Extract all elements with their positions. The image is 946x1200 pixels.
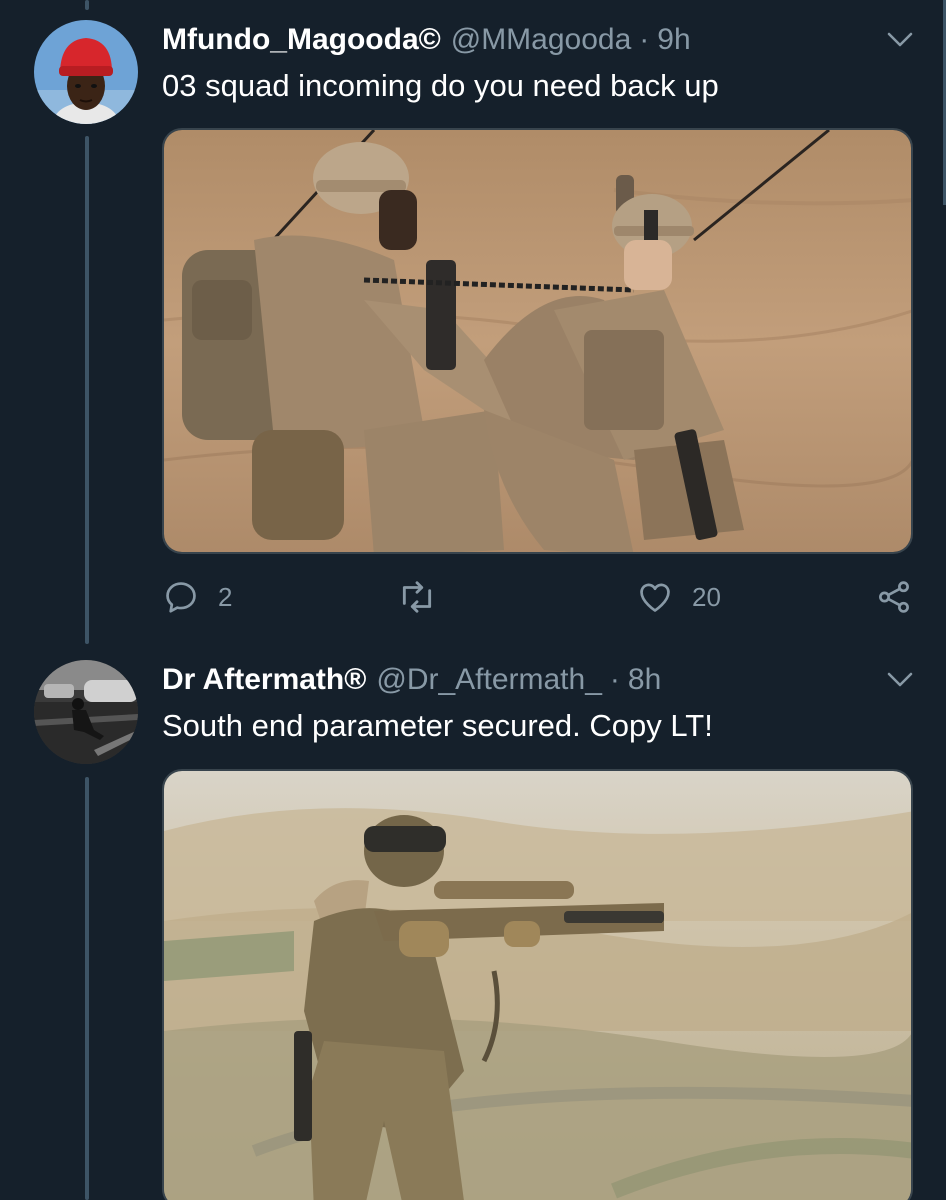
like-button[interactable]: 20: [636, 572, 721, 622]
heart-icon: [636, 578, 674, 616]
thread-line: [85, 0, 89, 10]
share-button[interactable]: [875, 572, 913, 622]
tweet-photo[interactable]: [162, 769, 913, 1200]
tweet-photo[interactable]: [162, 128, 913, 554]
tweet-text: South end parameter secured. Copy LT!: [162, 708, 713, 743]
chevron-down-icon[interactable]: [880, 660, 920, 700]
retweet-button[interactable]: [396, 572, 456, 622]
display-name[interactable]: Dr Aftermath®: [162, 660, 366, 700]
thread-line: [85, 777, 89, 1200]
reply-count: 2: [218, 581, 233, 612]
user-handle[interactable]: @MMagooda: [451, 20, 632, 60]
user-handle[interactable]: @Dr_Aftermath_: [376, 660, 602, 700]
separator: ·: [639, 23, 650, 56]
timestamp[interactable]: 9h: [657, 20, 690, 60]
thread-line: [85, 136, 89, 644]
timeline: Mfundo_Magooda© @MMagooda · 9h 03 squad …: [0, 0, 946, 1200]
display-name[interactable]: Mfundo_Magooda©: [162, 20, 441, 60]
like-count: 20: [692, 581, 721, 612]
retweet-icon: [396, 578, 438, 616]
chevron-down-icon[interactable]: [880, 20, 920, 60]
tweet-header: Dr Aftermath® @Dr_Aftermath_ · 8h: [162, 660, 661, 700]
avatar[interactable]: [34, 20, 138, 124]
separator: ·: [609, 663, 620, 696]
tweet-text: 03 squad incoming do you need back up: [162, 68, 719, 103]
timestamp[interactable]: 8h: [628, 660, 661, 700]
reply-icon: [162, 578, 200, 616]
avatar[interactable]: [34, 660, 138, 764]
tweet-header: Mfundo_Magooda© @MMagooda · 9h: [162, 20, 691, 60]
tweet-actions: 2 20: [162, 572, 922, 622]
reply-button[interactable]: 2: [162, 572, 232, 622]
share-icon: [875, 578, 913, 616]
